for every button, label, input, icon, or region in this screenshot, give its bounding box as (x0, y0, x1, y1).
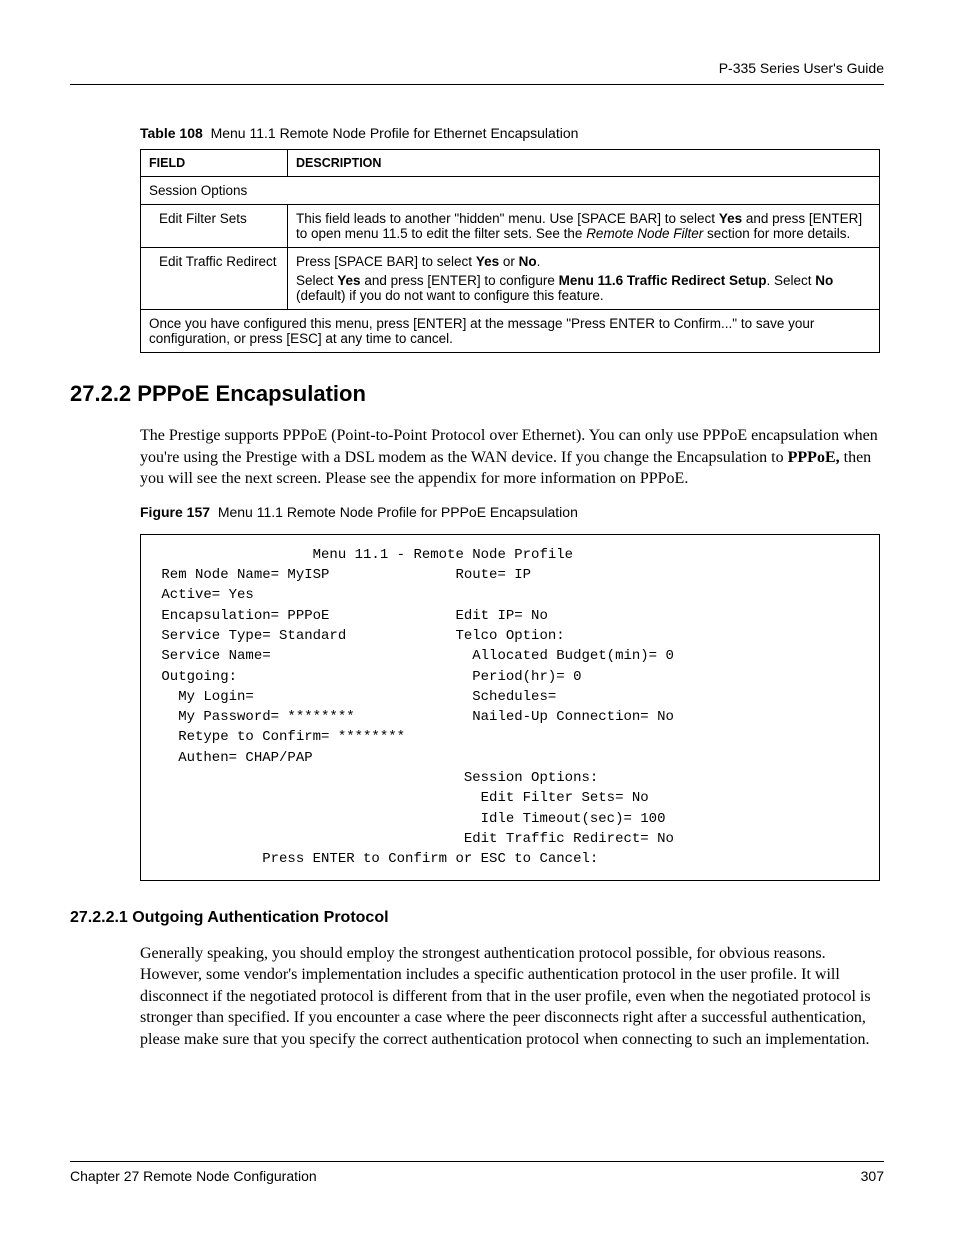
text: The Prestige supports PPPoE (Point-to-Po… (140, 427, 878, 466)
table-caption-text: Menu 11.1 Remote Node Profile for Ethern… (211, 125, 579, 141)
field-cell: Edit Filter Sets (141, 205, 288, 248)
terminal-line: Active= Yes (153, 587, 254, 603)
bold-no: No (519, 254, 537, 269)
terminal-line: Retype to Confirm= ******** (153, 729, 405, 745)
footer-row: Once you have configured this menu, pres… (141, 310, 880, 353)
footer-chapter: Chapter 27 Remote Node Configuration (70, 1168, 317, 1184)
text: (default) if you do not want to configur… (296, 288, 604, 303)
terminal-line: Edit Traffic Redirect= No (153, 831, 674, 847)
text: Press [SPACE BAR] to select (296, 254, 476, 269)
table-caption: Table 108 Menu 11.1 Remote Node Profile … (140, 125, 884, 141)
text: and press [ENTER] to configure (361, 273, 559, 288)
desc-cell: Press [SPACE BAR] to select Yes or No. S… (288, 248, 880, 310)
bold-yes: Yes (337, 273, 360, 288)
terminal-line: Service Type= Standard Telco Option: (153, 628, 565, 644)
guide-title: P-335 Series User's Guide (719, 60, 884, 76)
th-field: FIELD (141, 150, 288, 177)
figure-caption-text: Menu 11.1 Remote Node Profile for PPPoE … (218, 504, 578, 520)
section-row: Session Options (141, 177, 880, 205)
text: or (499, 254, 519, 269)
figure-caption: Figure 157 Menu 11.1 Remote Node Profile… (140, 504, 884, 520)
footer-page-number: 307 (861, 1168, 884, 1184)
text: . Select (766, 273, 815, 288)
terminal-line: Idle Timeout(sec)= 100 (153, 811, 665, 827)
field-cell: Edit Traffic Redirect (141, 248, 288, 310)
table-caption-prefix: Table 108 (140, 125, 203, 141)
terminal-line: Authen= CHAP/PAP (153, 750, 313, 766)
terminal-line: Service Name= Allocated Budget(min)= 0 (153, 648, 674, 664)
page-footer: Chapter 27 Remote Node Configuration 307 (70, 1161, 884, 1184)
bold-menu: Menu 11.6 Traffic Redirect Setup (559, 273, 767, 288)
terminal-screenshot: Menu 11.1 - Remote Node Profile Rem Node… (140, 534, 880, 881)
bold-yes: Yes (476, 254, 499, 269)
terminal-line: Outgoing: Period(hr)= 0 (153, 669, 581, 685)
table-header-row: FIELD DESCRIPTION (141, 150, 880, 177)
body-paragraph: Generally speaking, you should employ th… (140, 943, 884, 1051)
desc-line: Select Yes and press [ENTER] to configur… (296, 273, 871, 303)
text: This field leads to another "hidden" men… (296, 211, 719, 226)
text: . (537, 254, 541, 269)
terminal-line: Encapsulation= PPPoE Edit IP= No (153, 608, 548, 624)
terminal-line: My Password= ******** Nailed-Up Connecti… (153, 709, 674, 725)
bold-pppoe: PPPoE, (788, 449, 840, 466)
terminal-line: Session Options: (153, 770, 598, 786)
bold-no: No (815, 273, 833, 288)
terminal-line: Press ENTER to Confirm or ESC to Cancel: (153, 851, 598, 867)
italic-ref: Remote Node Filter (586, 226, 703, 241)
terminal-line: Menu 11.1 - Remote Node Profile (153, 547, 573, 563)
terminal-line: My Login= Schedules= (153, 689, 556, 705)
text: Select (296, 273, 337, 288)
table-row: Edit Traffic Redirect Press [SPACE BAR] … (141, 248, 880, 310)
section-heading: 27.2.2 PPPoE Encapsulation (70, 381, 884, 407)
page-header: P-335 Series User's Guide (70, 60, 884, 85)
fields-table: FIELD DESCRIPTION Session Options Edit F… (140, 149, 880, 353)
bold-yes: Yes (719, 211, 742, 226)
terminal-line: Edit Filter Sets= No (153, 790, 649, 806)
terminal-line: Rem Node Name= MyISP Route= IP (153, 567, 531, 583)
table-row: Session Options (141, 177, 880, 205)
desc-cell: This field leads to another "hidden" men… (288, 205, 880, 248)
text: section for more details. (703, 226, 850, 241)
subsection-heading: 27.2.2.1 Outgoing Authentication Protoco… (70, 909, 884, 927)
figure-caption-prefix: Figure 157 (140, 504, 210, 520)
desc-line: Press [SPACE BAR] to select Yes or No. (296, 254, 871, 269)
body-paragraph: The Prestige supports PPPoE (Point-to-Po… (140, 425, 884, 490)
table-row: Edit Filter Sets This field leads to ano… (141, 205, 880, 248)
th-description: DESCRIPTION (288, 150, 880, 177)
table-row: Once you have configured this menu, pres… (141, 310, 880, 353)
